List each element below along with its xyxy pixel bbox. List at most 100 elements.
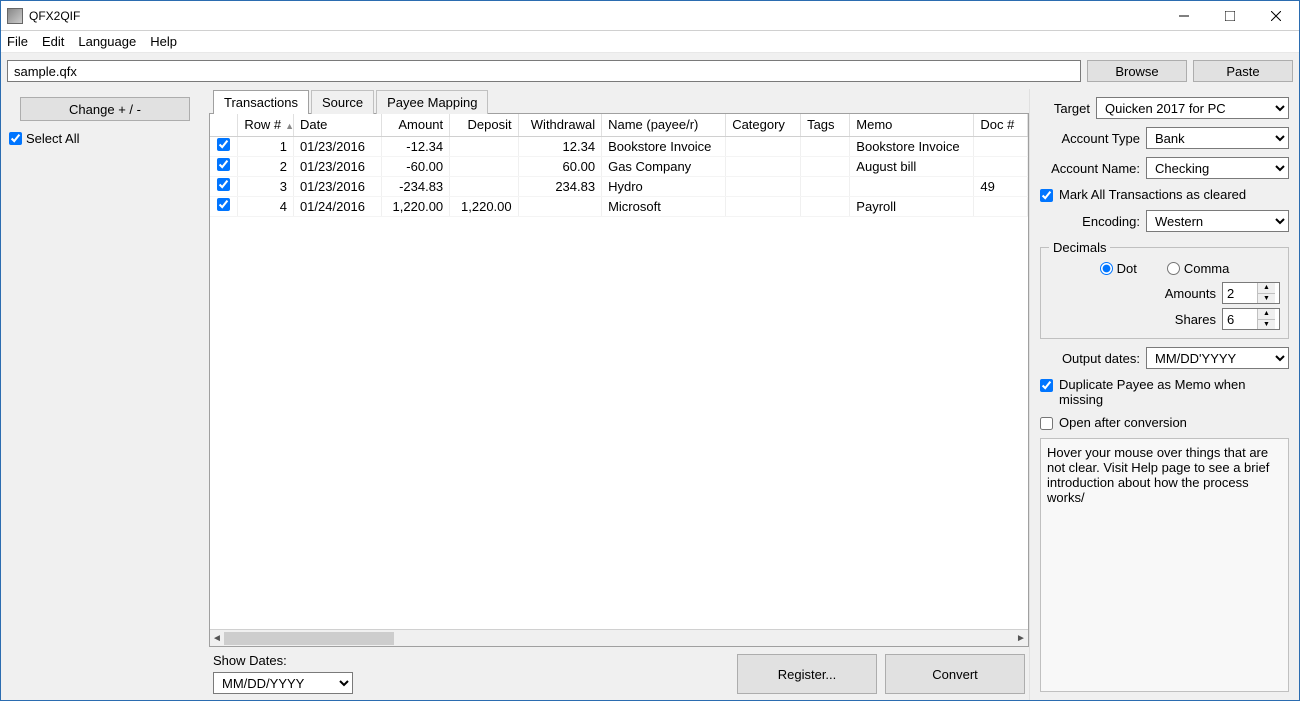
table-row[interactable]: 201/23/2016-60.0060.00Gas CompanyAugust … xyxy=(210,156,1028,176)
duplicate-payee-input[interactable] xyxy=(1040,379,1053,392)
target-row: Target Quicken 2017 for PC xyxy=(1040,97,1289,119)
col-date[interactable]: Date xyxy=(293,114,381,136)
convert-button[interactable]: Convert xyxy=(885,654,1025,694)
col-row[interactable]: Row # xyxy=(238,114,294,136)
titlebar: QFX2QIF xyxy=(1,1,1299,31)
menu-file[interactable]: File xyxy=(7,34,28,49)
output-dates-label: Output dates: xyxy=(1040,351,1140,366)
row-checkbox[interactable] xyxy=(217,158,230,171)
cell-category xyxy=(726,156,801,176)
output-dates-row: Output dates: MM/DD'YYYY xyxy=(1040,347,1289,369)
shares-input[interactable] xyxy=(1223,309,1257,329)
cell-amount: 1,220.00 xyxy=(381,196,449,216)
window-title: QFX2QIF xyxy=(29,9,80,23)
minimize-button[interactable] xyxy=(1161,1,1207,31)
cell-deposit: 1,220.00 xyxy=(450,196,518,216)
cell-amount: -234.83 xyxy=(381,176,449,196)
cell-withdrawal: 234.83 xyxy=(518,176,601,196)
row-checkbox[interactable] xyxy=(217,138,230,151)
amounts-spinner[interactable]: ▲▼ xyxy=(1222,282,1280,304)
scroll-thumb[interactable] xyxy=(224,632,394,645)
col-doc[interactable]: Doc # xyxy=(974,114,1028,136)
tab-payee-mapping[interactable]: Payee Mapping xyxy=(376,90,488,114)
amounts-label: Amounts xyxy=(1165,286,1216,301)
decimal-comma-radio[interactable]: Comma xyxy=(1167,261,1230,276)
left-panel: Change + / - Select All xyxy=(1,89,209,700)
menu-language[interactable]: Language xyxy=(78,34,136,49)
cell-date: 01/23/2016 xyxy=(293,136,381,156)
show-dates-group: Show Dates: MM/DD/YYYY xyxy=(213,653,353,694)
cell-tags xyxy=(801,156,850,176)
mark-cleared-input[interactable] xyxy=(1040,189,1053,202)
account-name-row: Account Name: Checking xyxy=(1040,157,1289,179)
tab-transactions[interactable]: Transactions xyxy=(213,90,309,114)
col-category[interactable]: Category xyxy=(726,114,801,136)
close-button[interactable] xyxy=(1253,1,1299,31)
show-dates-select[interactable]: MM/DD/YYYY xyxy=(213,672,353,694)
maximize-button[interactable] xyxy=(1207,1,1253,31)
col-check[interactable] xyxy=(210,114,238,136)
table-row[interactable]: 301/23/2016-234.83234.83Hydro49 xyxy=(210,176,1028,196)
col-memo[interactable]: Memo xyxy=(850,114,974,136)
cell-doc: 49 xyxy=(974,176,1028,196)
shares-up-icon[interactable]: ▲ xyxy=(1258,309,1275,320)
select-all-checkbox[interactable]: Select All xyxy=(9,131,201,146)
shares-spinner[interactable]: ▲▼ xyxy=(1222,308,1280,330)
shares-down-icon[interactable]: ▼ xyxy=(1258,320,1275,330)
encoding-select[interactable]: Western xyxy=(1146,210,1289,232)
cell-category xyxy=(726,136,801,156)
cell-withdrawal: 12.34 xyxy=(518,136,601,156)
cell-memo xyxy=(850,176,974,196)
row-checkbox[interactable] xyxy=(217,178,230,191)
cell-deposit xyxy=(450,176,518,196)
file-path-input[interactable] xyxy=(7,60,1081,82)
main-area: Change + / - Select All Transactions Sou… xyxy=(1,89,1299,700)
cell-row: 1 xyxy=(238,136,294,156)
col-tags[interactable]: Tags xyxy=(801,114,850,136)
col-name[interactable]: Name (payee/r) xyxy=(602,114,726,136)
mark-cleared-checkbox[interactable]: Mark All Transactions as cleared xyxy=(1040,187,1289,202)
row-checkbox[interactable] xyxy=(217,198,230,211)
output-dates-select[interactable]: MM/DD'YYYY xyxy=(1146,347,1289,369)
register-button[interactable]: Register... xyxy=(737,654,877,694)
menu-edit[interactable]: Edit xyxy=(42,34,64,49)
amounts-up-icon[interactable]: ▲ xyxy=(1258,283,1275,294)
center-panel: Transactions Source Payee Mapping Row # xyxy=(209,89,1029,700)
app-window: QFX2QIF File Edit Language Help Browse P… xyxy=(0,0,1300,701)
cell-name: Bookstore Invoice xyxy=(602,136,726,156)
target-select[interactable]: Quicken 2017 for PC xyxy=(1096,97,1289,119)
account-name-label: Account Name: xyxy=(1040,161,1140,176)
table-row[interactable]: 101/23/2016-12.3412.34Bookstore InvoiceB… xyxy=(210,136,1028,156)
account-type-select[interactable]: Bank xyxy=(1146,127,1289,149)
open-after-checkbox[interactable]: Open after conversion xyxy=(1040,415,1289,430)
cell-amount: -60.00 xyxy=(381,156,449,176)
table-row[interactable]: 401/24/20161,220.001,220.00MicrosoftPayr… xyxy=(210,196,1028,216)
amounts-input[interactable] xyxy=(1223,283,1257,303)
paste-button[interactable]: Paste xyxy=(1193,60,1293,82)
cell-tags xyxy=(801,176,850,196)
horizontal-scrollbar[interactable]: ◄ ► xyxy=(210,629,1028,646)
scroll-left-icon[interactable]: ◄ xyxy=(210,630,224,647)
cell-deposit xyxy=(450,156,518,176)
col-deposit[interactable]: Deposit xyxy=(450,114,518,136)
change-sign-button[interactable]: Change + / - xyxy=(20,97,190,121)
open-after-input[interactable] xyxy=(1040,417,1053,430)
scroll-right-icon[interactable]: ► xyxy=(1014,630,1028,647)
col-withdrawal[interactable]: Withdrawal xyxy=(518,114,601,136)
menu-help[interactable]: Help xyxy=(150,34,177,49)
decimal-dot-radio[interactable]: Dot xyxy=(1100,261,1137,276)
shares-label: Shares xyxy=(1175,312,1216,327)
select-all-input[interactable] xyxy=(9,132,22,145)
account-type-label: Account Type xyxy=(1040,131,1140,146)
col-amount[interactable]: Amount xyxy=(381,114,449,136)
transactions-grid: Row # Date Amount Deposit Withdrawal Nam… xyxy=(209,113,1029,647)
duplicate-payee-checkbox[interactable]: Duplicate Payee as Memo when missing xyxy=(1040,377,1289,407)
browse-button[interactable]: Browse xyxy=(1087,60,1187,82)
cell-memo: August bill xyxy=(850,156,974,176)
cell-tags xyxy=(801,136,850,156)
cell-withdrawal: 60.00 xyxy=(518,156,601,176)
account-name-select[interactable]: Checking xyxy=(1146,157,1289,179)
amounts-down-icon[interactable]: ▼ xyxy=(1258,294,1275,304)
cell-doc xyxy=(974,136,1028,156)
tab-source[interactable]: Source xyxy=(311,90,374,114)
